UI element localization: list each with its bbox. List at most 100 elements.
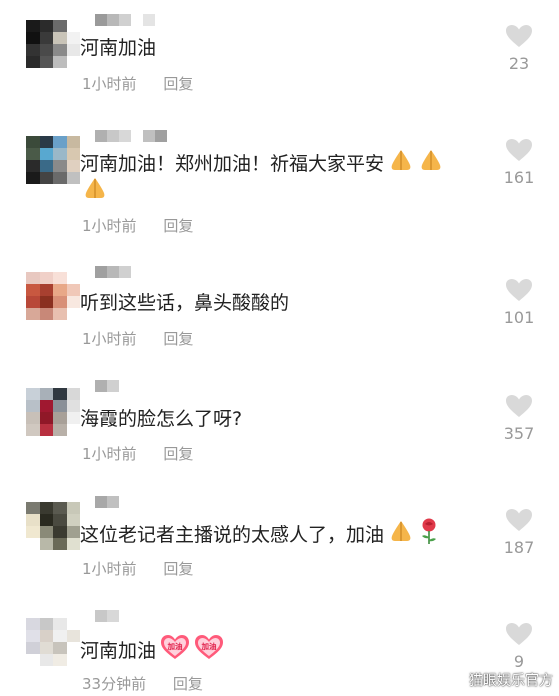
avatar-pixel [26,160,40,172]
avatar-pixel [26,56,40,68]
avatar-pixel [53,618,67,630]
avatar[interactable] [26,502,80,550]
avatar[interactable] [26,272,80,320]
comment-time: 1小时前 [82,330,137,348]
avatar-pixel [26,502,40,514]
like-button[interactable]: 161 [499,138,539,187]
avatar-pixel [26,642,40,654]
avatar-pixel [53,526,67,538]
like-count: 357 [503,424,535,443]
comment-text: 河南加油 [80,33,156,63]
comment-text: 海霞的脸怎么了呀? [80,404,242,434]
username-pixel [95,380,107,392]
avatar-pixel [39,296,53,308]
like-count: 23 [508,54,530,73]
heart-icon [506,395,532,417]
avatar-pixel [53,400,67,412]
avatar[interactable] [26,618,80,666]
avatar[interactable] [26,136,80,184]
avatar-pixel [66,44,80,56]
pray-emoji-icon [388,148,414,181]
avatar-pixel [66,388,80,400]
comment-text-wrap [80,176,108,209]
comment-meta: 33分钟前 回复 [82,673,203,694]
comment-text-content: 听到这些话，鼻头酸酸的 [80,292,290,314]
username-pixel [107,496,119,508]
like-count: 187 [503,538,535,557]
rose-emoji-icon [418,517,440,554]
reply-button[interactable]: 回复 [163,445,193,463]
avatar-pixel [53,424,67,436]
avatar-pixel [39,424,53,436]
username-pixel [107,266,119,278]
like-count: 9 [513,652,525,671]
like-button[interactable]: 23 [499,24,539,73]
avatar-pixel [53,514,67,526]
reply-button[interactable]: 回复 [163,330,193,348]
avatar-pixel [26,308,40,320]
avatar-pixel [66,136,80,148]
username-pixel [131,14,143,26]
like-count: 161 [503,168,535,187]
comment-text: 这位老记者主播说的太感人了，加油 [80,517,440,554]
avatar-pixel [26,424,40,436]
jiayou-sticker-icon: 加油 [160,634,190,669]
avatar-pixel [39,412,53,424]
username-pixel [155,130,167,142]
jiayou-sticker-icon: 加油 [194,634,224,669]
avatar-pixel [66,296,80,308]
avatar-pixel [53,172,67,184]
avatar-pixel [39,160,53,172]
like-button[interactable]: 101 [499,278,539,327]
username-mosaic[interactable] [95,130,167,146]
like-button[interactable]: 187 [499,508,539,557]
avatar-pixel [39,272,53,284]
like-button[interactable]: 9 [499,622,539,671]
avatar[interactable] [26,20,80,68]
avatar-pixel [66,630,80,642]
avatar-pixel [26,284,40,296]
username-pixel [119,266,131,278]
username-mosaic[interactable] [95,610,119,626]
avatar-pixel [53,296,67,308]
avatar-pixel [66,514,80,526]
username-pixel [107,130,119,142]
avatar-pixel [53,272,67,284]
heart-icon [506,509,532,531]
avatar-pixel [66,654,80,666]
comment-text: 河南加油！郑州加油！祈福大家平安 [80,148,444,181]
avatar-pixel [66,148,80,160]
reply-button[interactable]: 回复 [163,560,193,578]
avatar-pixel [26,412,40,424]
comment-text-content: 这位老记者主播说的太感人了，加油 [80,524,385,546]
reply-button[interactable]: 回复 [163,75,193,93]
avatar-pixel [39,56,53,68]
avatar-pixel [66,618,80,630]
avatar-pixel [39,630,53,642]
like-button[interactable]: 357 [499,394,539,443]
reply-button[interactable]: 回复 [173,675,203,693]
avatar-pixel [26,538,40,550]
avatar-pixel [53,284,67,296]
avatar-pixel [39,172,53,184]
avatar-pixel [53,642,67,654]
username-mosaic[interactable] [95,496,119,512]
username-mosaic[interactable] [95,266,131,282]
like-count: 101 [503,308,535,327]
pray-emoji-icon [82,176,108,209]
comment-time: 1小时前 [82,217,137,235]
avatar-pixel [66,308,80,320]
username-pixel [107,380,119,392]
username-pixel [143,130,155,142]
username-mosaic[interactable] [95,380,119,396]
avatar[interactable] [26,388,80,436]
avatar-pixel [66,502,80,514]
username-mosaic[interactable] [95,14,155,30]
avatar-pixel [39,502,53,514]
avatar-pixel [53,538,67,550]
avatar-pixel [26,44,40,56]
avatar-pixel [66,400,80,412]
reply-button[interactable]: 回复 [163,217,193,235]
avatar-pixel [39,642,53,654]
username-pixel [107,14,119,26]
